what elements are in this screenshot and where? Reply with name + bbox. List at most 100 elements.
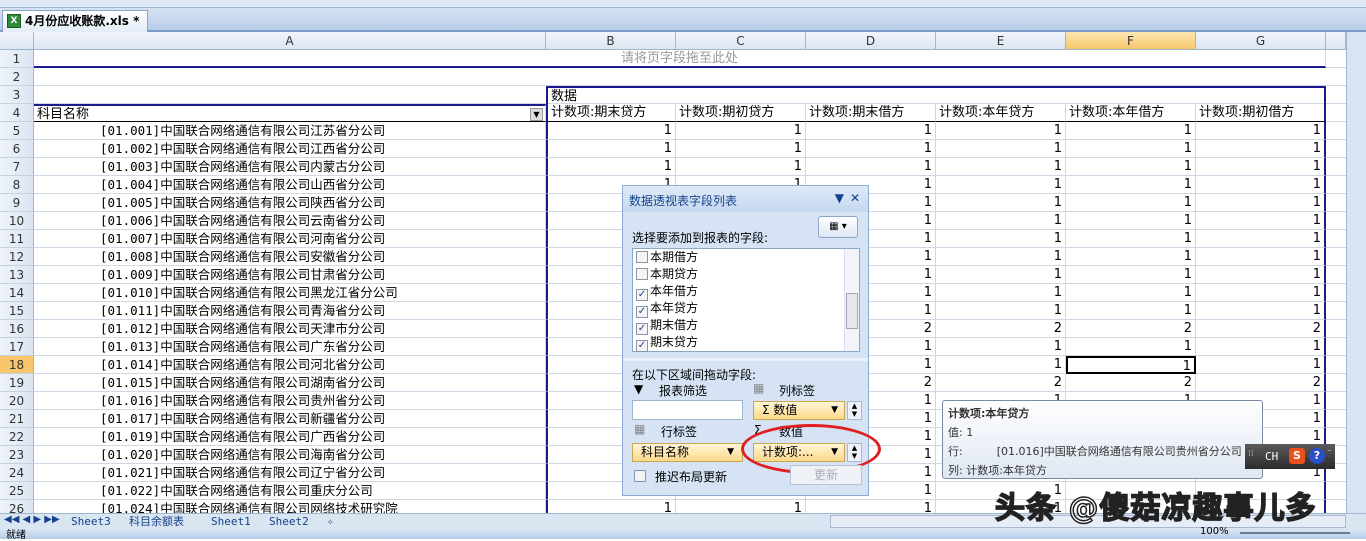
column-field-header[interactable]: 计数项:期初借方 — [1196, 104, 1326, 122]
data-cell[interactable]: 1 — [936, 266, 1066, 284]
data-cell[interactable]: 1 — [676, 122, 806, 140]
dropdown-arrow-icon[interactable]: ▼ — [835, 191, 844, 205]
row-header[interactable]: 19 — [0, 374, 34, 392]
data-cell[interactable]: 1 — [1066, 176, 1196, 194]
ime-language[interactable]: CH — [1265, 450, 1278, 463]
field-item[interactable]: 本期借方 — [633, 249, 859, 266]
data-cell[interactable]: 1 — [936, 194, 1066, 212]
column-header-H[interactable] — [1326, 32, 1346, 50]
row-header[interactable]: 5 — [0, 122, 34, 140]
row-header[interactable]: 23 — [0, 446, 34, 464]
close-icon[interactable]: ✕ — [850, 191, 860, 205]
row-item-name[interactable]: [01.010]中国联合网络通信有限公司黑龙江省分公司 — [34, 284, 546, 302]
column-header-B[interactable]: B — [546, 32, 676, 50]
data-cell[interactable]: 1 — [936, 140, 1066, 158]
document-tab[interactable]: X 4月份应收账款.xls * — [2, 10, 149, 32]
zoom-slider[interactable] — [1240, 532, 1350, 534]
filter-dropdown-icon[interactable]: ▼ — [530, 108, 543, 121]
field-checkbox[interactable]: ✓ — [636, 340, 648, 352]
data-cell[interactable]: 1 — [1066, 230, 1196, 248]
data-cell[interactable]: 1 — [1066, 302, 1196, 320]
data-cell[interactable]: 1 — [936, 158, 1066, 176]
row-header[interactable]: 11 — [0, 230, 34, 248]
row-header[interactable]: 26 — [0, 500, 34, 513]
data-cell[interactable]: 1 — [1196, 302, 1326, 320]
column-field-header[interactable]: 计数项:本年贷方 — [936, 104, 1066, 122]
row-item-name[interactable]: [01.009]中国联合网络通信有限公司甘肃省分公司 — [34, 266, 546, 284]
data-cell[interactable]: 1 — [1066, 248, 1196, 266]
column-header-A[interactable]: A — [34, 32, 546, 50]
data-cell[interactable]: 1 — [806, 122, 936, 140]
data-cell[interactable]: 1 — [1066, 284, 1196, 302]
field-item[interactable]: ✓ 期末借方 — [633, 317, 859, 335]
data-cell[interactable]: 1 — [806, 500, 936, 513]
ime-toolbar[interactable]: ⁞⁞ CH S ? ⁻ — [1245, 444, 1335, 469]
sheet-tab-0[interactable]: Sheet3 — [66, 514, 116, 529]
data-cell[interactable]: 1 — [676, 500, 806, 513]
data-cell[interactable]: 2 — [1196, 320, 1326, 338]
data-cell[interactable]: 1 — [1066, 266, 1196, 284]
sheet-tab-2[interactable]: Sheet1 — [206, 514, 256, 529]
data-cell[interactable]: 1 — [1196, 266, 1326, 284]
data-cell[interactable]: 1 — [936, 338, 1066, 356]
row-header[interactable]: 15 — [0, 302, 34, 320]
data-cell[interactable]: 1 — [1196, 284, 1326, 302]
data-cell[interactable]: 1 — [546, 158, 676, 176]
defer-layout-checkbox[interactable] — [634, 470, 646, 482]
data-cell[interactable]: 1 — [936, 356, 1066, 374]
select-all-corner[interactable] — [0, 32, 34, 50]
field-checkbox[interactable] — [636, 251, 648, 263]
row-field-item[interactable]: 科目名称 ▼ — [632, 443, 743, 462]
row-header[interactable]: 22 — [0, 428, 34, 446]
row-item-name[interactable]: [01.021]中国联合网络通信有限公司辽宁省分公司 — [34, 464, 546, 482]
data-cell[interactable]: 1 — [1196, 176, 1326, 194]
sheet-nav-arrows-icon[interactable]: ◀◀ ◀ ▶ ▶▶ — [4, 514, 60, 525]
data-cell[interactable]: 1 — [806, 140, 936, 158]
data-cell[interactable]: 1 — [1196, 248, 1326, 266]
field-checkbox[interactable] — [636, 268, 648, 280]
row-item-name[interactable]: [01.005]中国联合网络通信有限公司陕西省分公司 — [34, 194, 546, 212]
row-header[interactable]: 13 — [0, 266, 34, 284]
sheet-tab-1[interactable]: 科目余额表 — [124, 514, 189, 529]
column-header-C[interactable]: C — [676, 32, 806, 50]
row-item-name[interactable]: [01.002]中国联合网络通信有限公司江西省分公司 — [34, 140, 546, 158]
row-header[interactable]: 10 — [0, 212, 34, 230]
panel-title-bar[interactable]: 数据透视表字段列表 ▼ ✕ — [623, 186, 868, 212]
vertical-scrollbar[interactable] — [1346, 32, 1366, 513]
layout-view-button[interactable]: ▦ ▾ — [818, 216, 858, 238]
column-header-D[interactable]: D — [806, 32, 936, 50]
row-header[interactable]: 16 — [0, 320, 34, 338]
row-header[interactable]: 1 — [0, 50, 34, 68]
column-field-sigma-values[interactable]: Σ 数值 ▼ — [753, 401, 845, 420]
column-field-move-spinner[interactable]: ▲ ▼ — [847, 401, 862, 420]
data-cell[interactable]: 1 — [936, 230, 1066, 248]
field-item[interactable]: 本期贷方 — [633, 266, 859, 283]
column-field-header[interactable]: 计数项:期初贷方 — [676, 104, 806, 122]
row-header[interactable]: 12 — [0, 248, 34, 266]
data-cell[interactable]: 1 — [1196, 122, 1326, 140]
sheet-tab-3[interactable]: Sheet2 — [264, 514, 314, 529]
row-item-name[interactable]: [01.003]中国联合网络通信有限公司内蒙古分公司 — [34, 158, 546, 176]
row-header[interactable]: 17 — [0, 338, 34, 356]
row-header[interactable]: 2 — [0, 68, 34, 86]
data-cell[interactable]: 1 — [806, 158, 936, 176]
data-cell[interactable]: 2 — [1066, 320, 1196, 338]
data-cell[interactable]: 1 — [936, 284, 1066, 302]
drag-handle-icon[interactable]: ⁞⁞ — [1248, 449, 1254, 459]
help-icon[interactable]: ? — [1309, 448, 1325, 464]
row-item-name[interactable]: [01.017]中国联合网络通信有限公司新疆省分公司 — [34, 410, 546, 428]
column-header-E[interactable]: E — [936, 32, 1066, 50]
data-cell[interactable]: 1 — [1196, 194, 1326, 212]
row-item-name[interactable]: [01.015]中国联合网络通信有限公司湖南省分公司 — [34, 374, 546, 392]
insert-sheet-icon[interactable]: ✧ — [322, 514, 339, 529]
data-cell[interactable]: 1 — [546, 500, 676, 513]
row-header[interactable]: 3 — [0, 86, 34, 104]
row-item-name[interactable]: [01.001]中国联合网络通信有限公司江苏省分公司 — [34, 122, 546, 140]
row-item-name[interactable]: [01.019]中国联合网络通信有限公司广西省分公司 — [34, 428, 546, 446]
data-cell[interactable]: 1 — [1066, 158, 1196, 176]
row-item-name[interactable]: [01.014]中国联合网络通信有限公司河北省分公司 — [34, 356, 546, 374]
row-field-header[interactable]: 科目名称 ▼ — [34, 104, 546, 122]
data-cell[interactable]: 1 — [936, 212, 1066, 230]
row-item-name[interactable]: [01.008]中国联合网络通信有限公司安徽省分公司 — [34, 248, 546, 266]
data-cell[interactable]: 2 — [1196, 374, 1326, 392]
